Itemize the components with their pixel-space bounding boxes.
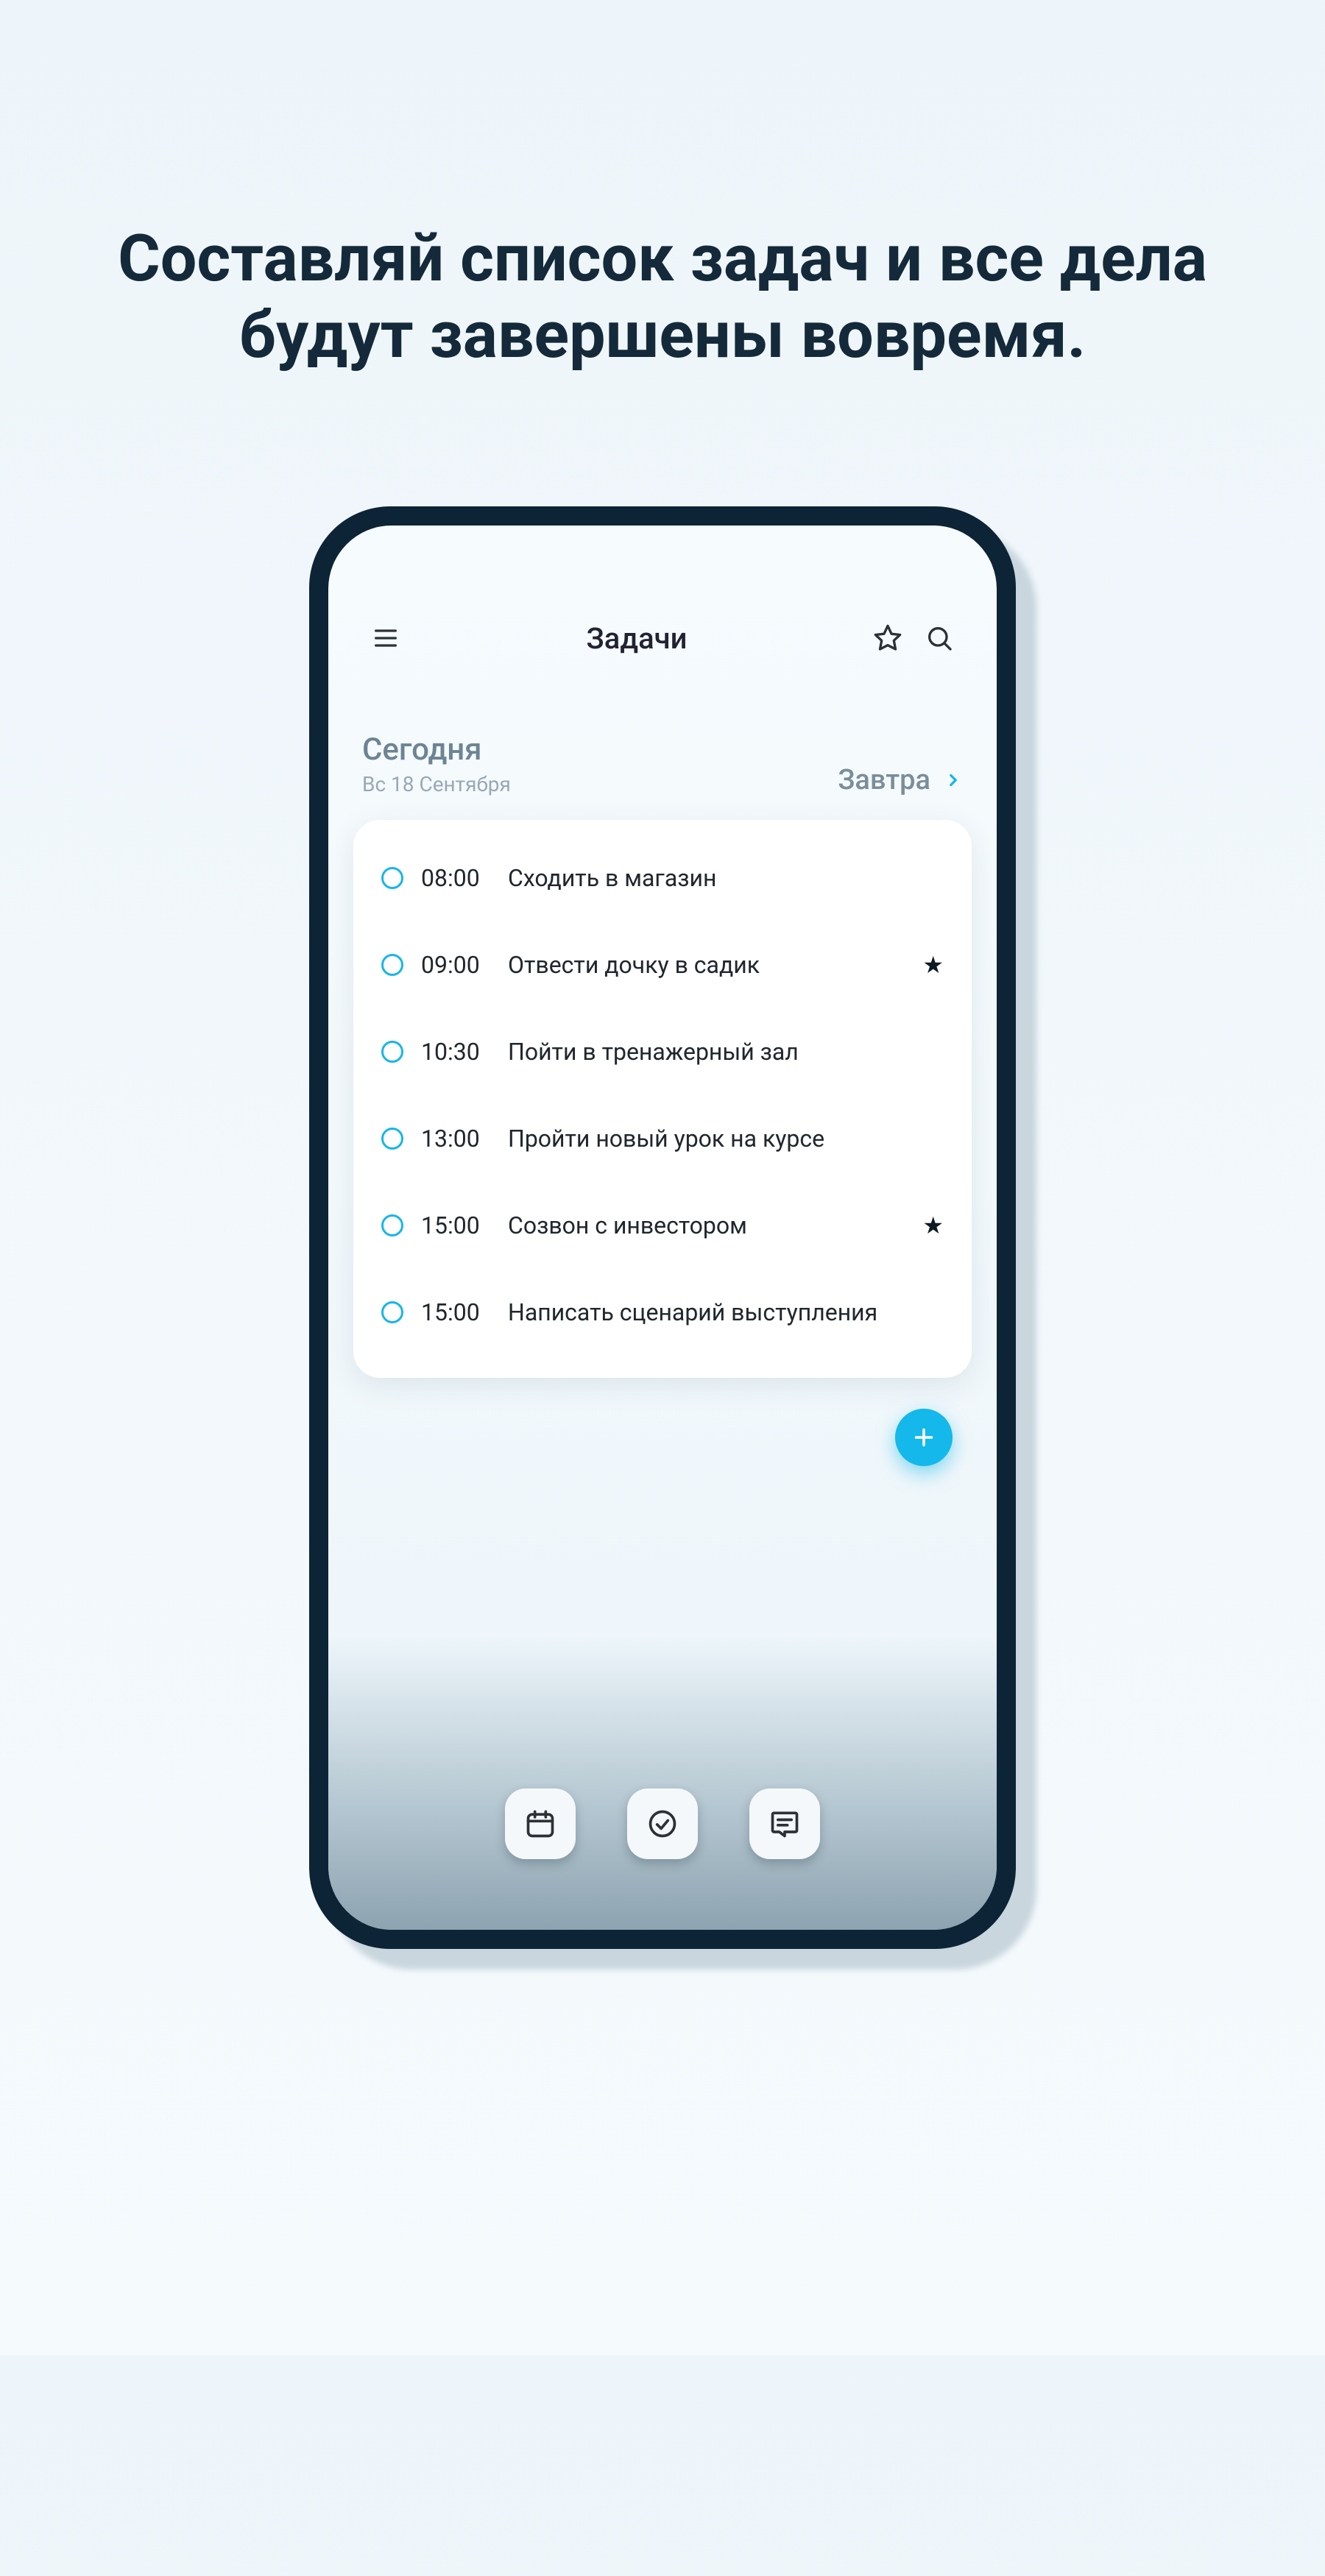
task-time: 08:00 bbox=[421, 864, 490, 892]
task-row[interactable]: 10:30 Пойти в тренажерный зал bbox=[353, 1008, 972, 1095]
top-bar: Задачи bbox=[328, 621, 997, 656]
task-checkbox[interactable] bbox=[381, 954, 403, 976]
task-title: Пройти новый урок на курсе bbox=[508, 1125, 944, 1153]
hamburger-icon bbox=[371, 623, 400, 653]
menu-button[interactable] bbox=[371, 623, 400, 653]
nav-tasks-button[interactable] bbox=[627, 1788, 698, 1859]
task-row[interactable]: 13:00 Пройти новый урок на курсе bbox=[353, 1095, 972, 1182]
task-title: Отвести дочку в садик bbox=[508, 951, 905, 979]
task-title: Пойти в тренажерный зал bbox=[508, 1038, 944, 1066]
star-filled-icon: ★ bbox=[922, 1211, 944, 1239]
search-button[interactable] bbox=[925, 623, 954, 653]
star-filled-icon: ★ bbox=[922, 951, 944, 979]
calendar-icon bbox=[524, 1808, 556, 1840]
task-checkbox[interactable] bbox=[381, 1128, 403, 1150]
task-time: 09:00 bbox=[421, 951, 490, 979]
search-icon bbox=[925, 623, 954, 653]
phone-mockup: Задачи Сегодня Вс 18 Сентября Завтра bbox=[309, 506, 1016, 1949]
nav-calendar-button[interactable] bbox=[505, 1788, 576, 1859]
today-block: Сегодня Вс 18 Сентября bbox=[362, 732, 511, 796]
check-circle-icon bbox=[646, 1808, 679, 1840]
task-time: 15:00 bbox=[421, 1211, 490, 1239]
task-checkbox[interactable] bbox=[381, 1214, 403, 1236]
task-title: Сходить в магазин bbox=[508, 864, 944, 892]
task-time: 10:30 bbox=[421, 1038, 490, 1066]
task-title: Написать сценарий выступления bbox=[508, 1298, 944, 1326]
task-row[interactable]: 15:00 Созвон с инвестором ★ bbox=[353, 1182, 972, 1269]
task-list-card: 08:00 Сходить в магазин 09:00 Отвести до… bbox=[353, 820, 972, 1378]
favorites-button[interactable] bbox=[873, 623, 902, 653]
phone-screen: Задачи Сегодня Вс 18 Сентября Завтра bbox=[328, 526, 997, 1930]
today-label: Сегодня bbox=[362, 732, 511, 768]
task-time: 15:00 bbox=[421, 1298, 490, 1326]
date-row: Сегодня Вс 18 Сентября Завтра bbox=[328, 732, 997, 796]
task-time: 13:00 bbox=[421, 1125, 490, 1153]
task-checkbox[interactable] bbox=[381, 1301, 403, 1323]
bottom-nav bbox=[328, 1788, 997, 1859]
marketing-headline: Составляй список задач и все дела будут … bbox=[110, 221, 1215, 374]
task-row[interactable]: 08:00 Сходить в магазин bbox=[353, 835, 972, 921]
task-row[interactable]: 09:00 Отвести дочку в садик ★ bbox=[353, 921, 972, 1008]
message-icon bbox=[768, 1808, 801, 1840]
task-checkbox[interactable] bbox=[381, 1041, 403, 1063]
today-date: Вс 18 Сентября bbox=[362, 772, 511, 796]
plus-icon bbox=[911, 1424, 937, 1451]
nav-notes-button[interactable] bbox=[749, 1788, 820, 1859]
task-row[interactable]: 15:00 Написать сценарий выступления bbox=[353, 1269, 972, 1356]
task-title: Созвон с инвестором bbox=[508, 1211, 905, 1239]
add-task-fab[interactable] bbox=[895, 1409, 953, 1466]
tomorrow-label: Завтра bbox=[838, 764, 930, 796]
phone-frame: Задачи Сегодня Вс 18 Сентября Завтра bbox=[309, 506, 1016, 1949]
tomorrow-button[interactable]: Завтра bbox=[838, 764, 963, 796]
chevron-right-icon bbox=[944, 771, 963, 790]
screen-title: Задачи bbox=[400, 621, 873, 656]
task-checkbox[interactable] bbox=[381, 867, 403, 889]
star-outline-icon bbox=[873, 623, 902, 653]
